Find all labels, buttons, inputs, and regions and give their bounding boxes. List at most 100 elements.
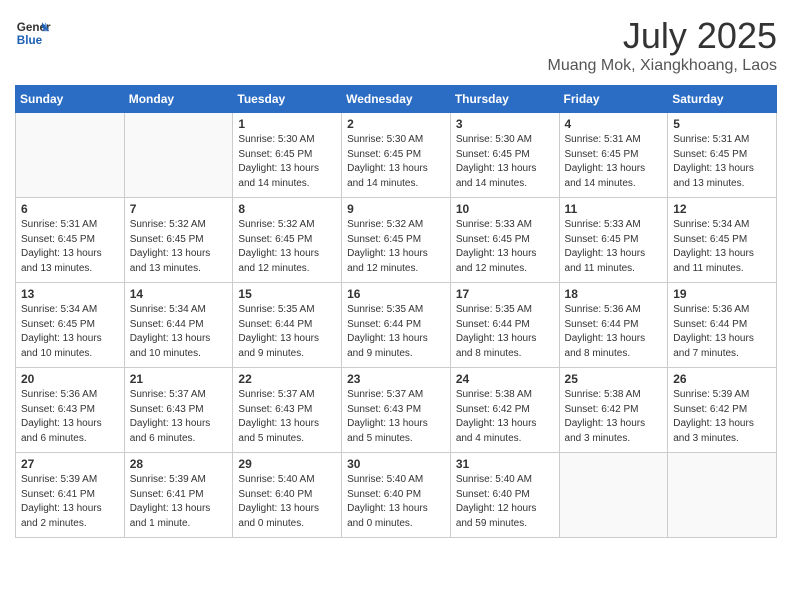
weekday-header: Wednesday <box>342 86 451 113</box>
day-number: 4 <box>565 117 663 131</box>
day-info: Sunrise: 5:37 AM Sunset: 6:43 PM Dayligh… <box>238 388 336 446</box>
calendar-week-row: 1 Sunrise: 5:30 AM Sunset: 6:45 PM Daylig… <box>16 113 777 198</box>
calendar-cell: 2 Sunrise: 5:30 AM Sunset: 6:45 PM Daylig… <box>342 113 451 198</box>
calendar-cell: 23Sunrise: 5:37 AM Sunset: 6:43 PM Dayli… <box>342 368 451 453</box>
day-info: Sunrise: 5:34 AM Sunset: 6:45 PM Dayligh… <box>673 218 771 276</box>
calendar-cell: 22 Sunrise: 5:37 AM Sunset: 6:43 PM Dayli… <box>233 368 342 453</box>
location-title: Muang Mok, Xiangkhoang, Laos <box>548 57 777 75</box>
day-number: 21 <box>130 372 228 386</box>
weekday-header: Monday <box>124 86 233 113</box>
calendar-week-row: 6 Sunrise: 5:31 AM Sunset: 6:45 PM Daylig… <box>16 198 777 283</box>
day-number: 6 <box>21 202 119 216</box>
calendar-cell: 19 Sunrise: 5:36 AM Sunset: 6:44 PM Dayli… <box>668 283 777 368</box>
day-number: 15 <box>238 287 336 301</box>
calendar-cell: 5Sunrise: 5:31 AM Sunset: 6:45 PM Daylig… <box>668 113 777 198</box>
svg-text:Blue: Blue <box>17 34 43 47</box>
day-number: 11 <box>565 202 663 216</box>
calendar-cell: 26 Sunrise: 5:39 AM Sunset: 6:42 PM Dayli… <box>668 368 777 453</box>
day-info: Sunrise: 5:31 AM Sunset: 6:45 PM Dayligh… <box>673 133 771 191</box>
day-number: 23 <box>347 372 445 386</box>
day-number: 9 <box>347 202 445 216</box>
calendar-cell: 27Sunrise: 5:39 AM Sunset: 6:41 PM Dayli… <box>16 453 125 538</box>
day-info: Sunrise: 5:40 AM Sunset: 6:40 PM Dayligh… <box>347 473 445 531</box>
calendar-cell <box>16 113 125 198</box>
weekday-header-row: SundayMondayTuesdayWednesdayThursdayFrid… <box>16 86 777 113</box>
day-number: 1 <box>238 117 336 131</box>
calendar-cell <box>124 113 233 198</box>
day-info: Sunrise: 5:33 AM Sunset: 6:45 PM Dayligh… <box>565 218 663 276</box>
day-number: 30 <box>347 457 445 471</box>
calendar-cell: 14Sunrise: 5:34 AM Sunset: 6:44 PM Dayli… <box>124 283 233 368</box>
day-info: Sunrise: 5:30 AM Sunset: 6:45 PM Dayligh… <box>347 133 445 191</box>
weekday-header: Saturday <box>668 86 777 113</box>
day-info: Sunrise: 5:32 AM Sunset: 6:45 PM Dayligh… <box>238 218 336 276</box>
day-info: Sunrise: 5:32 AM Sunset: 6:45 PM Dayligh… <box>347 218 445 276</box>
calendar-cell: 21 Sunrise: 5:37 AM Sunset: 6:43 PM Dayli… <box>124 368 233 453</box>
logo: General Blue <box>15 15 51 51</box>
day-number: 17 <box>456 287 554 301</box>
day-number: 10 <box>456 202 554 216</box>
day-info: Sunrise: 5:38 AM Sunset: 6:42 PM Dayligh… <box>565 388 663 446</box>
day-info: Sunrise: 5:37 AM Sunset: 6:43 PM Dayligh… <box>130 388 228 446</box>
day-info: Sunrise: 5:30 AM Sunset: 6:45 PM Dayligh… <box>238 133 336 191</box>
calendar-cell: 8 Sunrise: 5:32 AM Sunset: 6:45 PM Daylig… <box>233 198 342 283</box>
day-info: Sunrise: 5:38 AM Sunset: 6:42 PM Dayligh… <box>456 388 554 446</box>
day-number: 7 <box>130 202 228 216</box>
calendar-cell: 11 Sunrise: 5:33 AM Sunset: 6:45 PM Dayli… <box>559 198 668 283</box>
calendar-week-row: 27Sunrise: 5:39 AM Sunset: 6:41 PM Dayli… <box>16 453 777 538</box>
calendar-cell: 15 Sunrise: 5:35 AM Sunset: 6:44 PM Dayli… <box>233 283 342 368</box>
day-number: 8 <box>238 202 336 216</box>
day-info: Sunrise: 5:32 AM Sunset: 6:45 PM Dayligh… <box>130 218 228 276</box>
day-info: Sunrise: 5:31 AM Sunset: 6:45 PM Dayligh… <box>21 218 119 276</box>
calendar-cell: 6 Sunrise: 5:31 AM Sunset: 6:45 PM Daylig… <box>16 198 125 283</box>
day-number: 19 <box>673 287 771 301</box>
day-info: Sunrise: 5:39 AM Sunset: 6:41 PM Dayligh… <box>21 473 119 531</box>
day-number: 24 <box>456 372 554 386</box>
day-number: 20 <box>21 372 119 386</box>
logo-icon: General Blue <box>15 15 51 51</box>
calendar-cell: 24 Sunrise: 5:38 AM Sunset: 6:42 PM Dayli… <box>450 368 559 453</box>
day-number: 3 <box>456 117 554 131</box>
calendar-cell: 31Sunrise: 5:40 AM Sunset: 6:40 PM Dayli… <box>450 453 559 538</box>
calendar-cell: 4Sunrise: 5:31 AM Sunset: 6:45 PM Daylig… <box>559 113 668 198</box>
day-info: Sunrise: 5:39 AM Sunset: 6:42 PM Dayligh… <box>673 388 771 446</box>
calendar-cell: 13 Sunrise: 5:34 AM Sunset: 6:45 PM Dayli… <box>16 283 125 368</box>
weekday-header: Sunday <box>16 86 125 113</box>
calendar-cell: 10 Sunrise: 5:33 AM Sunset: 6:45 PM Dayli… <box>450 198 559 283</box>
calendar-cell: 12 Sunrise: 5:34 AM Sunset: 6:45 PM Dayli… <box>668 198 777 283</box>
calendar-cell: 16 Sunrise: 5:35 AM Sunset: 6:44 PM Dayli… <box>342 283 451 368</box>
calendar-week-row: 13 Sunrise: 5:34 AM Sunset: 6:45 PM Dayli… <box>16 283 777 368</box>
day-number: 22 <box>238 372 336 386</box>
weekday-header: Friday <box>559 86 668 113</box>
title-block: July 2025 Muang Mok, Xiangkhoang, Laos <box>548 15 777 75</box>
calendar-cell <box>559 453 668 538</box>
day-info: Sunrise: 5:40 AM Sunset: 6:40 PM Dayligh… <box>238 473 336 531</box>
day-info: Sunrise: 5:34 AM Sunset: 6:45 PM Dayligh… <box>21 303 119 361</box>
month-title: July 2025 <box>548 15 777 57</box>
weekday-header: Tuesday <box>233 86 342 113</box>
day-info: Sunrise: 5:36 AM Sunset: 6:44 PM Dayligh… <box>565 303 663 361</box>
day-number: 16 <box>347 287 445 301</box>
day-number: 2 <box>347 117 445 131</box>
calendar-cell: 20 Sunrise: 5:36 AM Sunset: 6:43 PM Dayli… <box>16 368 125 453</box>
day-info: Sunrise: 5:36 AM Sunset: 6:43 PM Dayligh… <box>21 388 119 446</box>
day-info: Sunrise: 5:33 AM Sunset: 6:45 PM Dayligh… <box>456 218 554 276</box>
day-info: Sunrise: 5:35 AM Sunset: 6:44 PM Dayligh… <box>238 303 336 361</box>
day-info: Sunrise: 5:36 AM Sunset: 6:44 PM Dayligh… <box>673 303 771 361</box>
day-number: 29 <box>238 457 336 471</box>
calendar-cell: 9 Sunrise: 5:32 AM Sunset: 6:45 PM Daylig… <box>342 198 451 283</box>
calendar-week-row: 20 Sunrise: 5:36 AM Sunset: 6:43 PM Dayli… <box>16 368 777 453</box>
day-number: 13 <box>21 287 119 301</box>
calendar-cell: 28Sunrise: 5:39 AM Sunset: 6:41 PM Dayli… <box>124 453 233 538</box>
calendar-cell: 17 Sunrise: 5:35 AM Sunset: 6:44 PM Dayli… <box>450 283 559 368</box>
day-info: Sunrise: 5:35 AM Sunset: 6:44 PM Dayligh… <box>347 303 445 361</box>
page-header: General Blue July 2025 Muang Mok, Xiangk… <box>15 15 777 75</box>
day-number: 25 <box>565 372 663 386</box>
day-number: 12 <box>673 202 771 216</box>
day-info: Sunrise: 5:35 AM Sunset: 6:44 PM Dayligh… <box>456 303 554 361</box>
calendar-cell: 30 Sunrise: 5:40 AM Sunset: 6:40 PM Dayli… <box>342 453 451 538</box>
day-number: 26 <box>673 372 771 386</box>
day-number: 31 <box>456 457 554 471</box>
weekday-header: Thursday <box>450 86 559 113</box>
day-number: 14 <box>130 287 228 301</box>
